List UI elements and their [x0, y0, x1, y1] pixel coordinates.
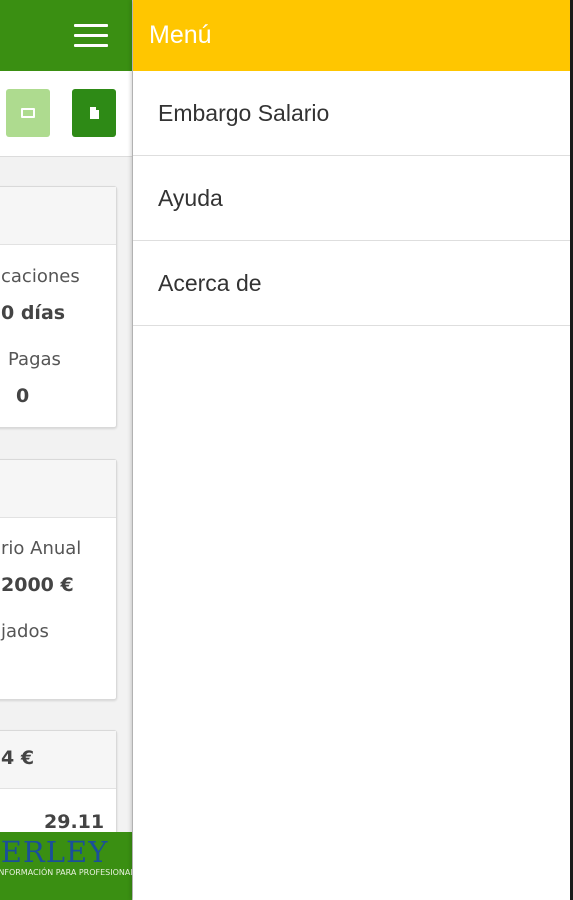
- card-header: 4 €: [0, 731, 116, 789]
- trabajados-label: jados: [1, 621, 49, 642]
- salario-card: rio Anual 2000 € jados: [0, 459, 117, 700]
- app-background: caciones 0 días Pagas 0 rio Anual 2000 €…: [0, 0, 133, 900]
- logo-name: IBERLEY: [0, 835, 109, 869]
- salario-label: rio Anual: [1, 538, 82, 559]
- app-header: [0, 0, 132, 71]
- pagas-label: Pagas: [8, 349, 61, 370]
- menu-item-embargo-salario[interactable]: Embargo Salario: [133, 71, 573, 156]
- pagas-value: 0: [16, 385, 30, 407]
- salario-value: 2000 €: [1, 574, 74, 596]
- result-row-value: 29.11: [44, 811, 105, 833]
- mail-button[interactable]: [6, 89, 50, 137]
- drawer-header: Menú: [133, 0, 573, 71]
- card-header: [0, 187, 116, 245]
- document-icon: [89, 107, 99, 119]
- menu-item-label: Embargo Salario: [158, 99, 330, 126]
- navigation-drawer: Menú Embargo Salario Ayuda Acerca de: [133, 0, 573, 900]
- menu-item-ayuda[interactable]: Ayuda: [133, 156, 573, 241]
- iberley-logo[interactable]: IBERLEY INFORMACIÓN PARA PROFESIONALES: [0, 832, 132, 900]
- result-header-value: 4 €: [1, 747, 35, 769]
- menu-item-acerca-de[interactable]: Acerca de: [133, 241, 573, 326]
- vacaciones-label: caciones: [1, 266, 80, 287]
- menu-item-label: Ayuda: [158, 184, 223, 211]
- document-button[interactable]: [72, 89, 116, 137]
- card-header: [0, 460, 116, 518]
- mail-icon: [21, 108, 35, 118]
- vacaciones-card: caciones 0 días Pagas 0: [0, 186, 117, 428]
- logo-tagline: INFORMACIÓN PARA PROFESIONALES: [0, 868, 132, 877]
- app-toolbar: [0, 71, 132, 157]
- vacaciones-value: 0 días: [1, 302, 66, 324]
- hamburger-icon[interactable]: [74, 24, 108, 48]
- drawer-title: Menú: [149, 21, 212, 49]
- menu-item-label: Acerca de: [158, 269, 262, 296]
